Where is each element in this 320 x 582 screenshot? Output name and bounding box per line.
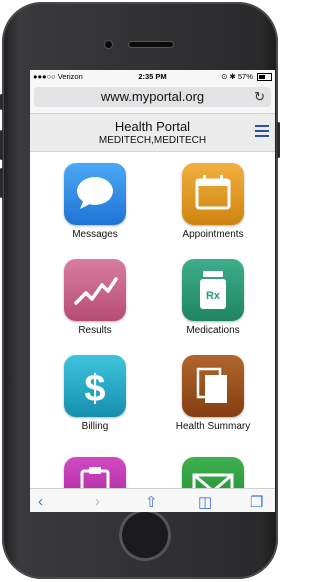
- pill-bottle-icon: Rx: [182, 259, 244, 321]
- browser-address-area: www.myportal.org ↻: [30, 84, 275, 114]
- tile-label: Billing: [81, 421, 109, 432]
- svg-text:$: $: [84, 368, 105, 410]
- calendar-icon: [182, 163, 244, 225]
- battery-icon: [257, 73, 272, 82]
- chart-line-icon: [64, 259, 126, 321]
- dollar-icon: $: [64, 355, 126, 417]
- tile-health-summary[interactable]: Health Summary: [158, 355, 268, 432]
- tile-label: Results: [78, 325, 112, 336]
- page-subtitle: MEDITECH,MEDITECH: [98, 135, 207, 146]
- tile-billing[interactable]: $ Billing: [40, 355, 150, 432]
- tile-medications[interactable]: Rx Medications: [158, 259, 268, 336]
- tile-label: Medications: [186, 325, 240, 336]
- volume-down-button: [0, 168, 3, 198]
- share-icon[interactable]: ⇧: [145, 493, 158, 511]
- tile-label: Messages: [72, 229, 118, 240]
- tile-label: Appointments: [182, 229, 244, 240]
- documents-icon: [182, 355, 244, 417]
- forward-icon[interactable]: ›: [95, 493, 100, 510]
- home-button[interactable]: [119, 509, 171, 561]
- tile-appointments[interactable]: Appointments: [158, 163, 268, 240]
- tabs-icon[interactable]: ❐: [250, 493, 263, 511]
- tile-label: Health Summary: [175, 421, 251, 432]
- battery-group: ⊙ ✱ 57%: [221, 72, 272, 82]
- phone-screen: ●●●○○ Verizon 2:35 PM ⊙ ✱ 57% www.myport…: [30, 70, 275, 512]
- tile-messages[interactable]: Messages: [40, 163, 150, 240]
- tile-results[interactable]: Results: [40, 259, 150, 336]
- status-bar: ●●●○○ Verizon 2:35 PM ⊙ ✱ 57%: [30, 70, 275, 84]
- earpiece-speaker: [129, 42, 173, 47]
- volume-up-button: [0, 130, 3, 160]
- svg-text:Rx: Rx: [206, 290, 221, 302]
- status-icons: ⊙ ✱: [221, 72, 236, 81]
- browser-toolbar: ‹ › ⇧ ◫ ❐: [30, 488, 275, 512]
- portal-header: Health Portal MEDITECH,MEDITECH: [30, 114, 275, 152]
- menu-icon[interactable]: [255, 125, 269, 140]
- speech-bubble-icon: [64, 163, 126, 225]
- front-camera: [105, 41, 112, 48]
- reload-icon[interactable]: ↻: [254, 87, 265, 107]
- address-bar[interactable]: www.myportal.org ↻: [34, 87, 271, 107]
- page-title: Health Portal: [114, 119, 191, 134]
- mute-switch: [0, 94, 3, 110]
- battery-percent: 57%: [237, 72, 253, 81]
- feature-grid: Messages Appointments Results Rx Medicat…: [30, 152, 275, 442]
- back-icon[interactable]: ‹: [38, 493, 43, 510]
- bookmarks-icon[interactable]: ◫: [198, 493, 212, 511]
- url-text: www.myportal.org: [100, 89, 205, 104]
- power-button: [277, 122, 280, 158]
